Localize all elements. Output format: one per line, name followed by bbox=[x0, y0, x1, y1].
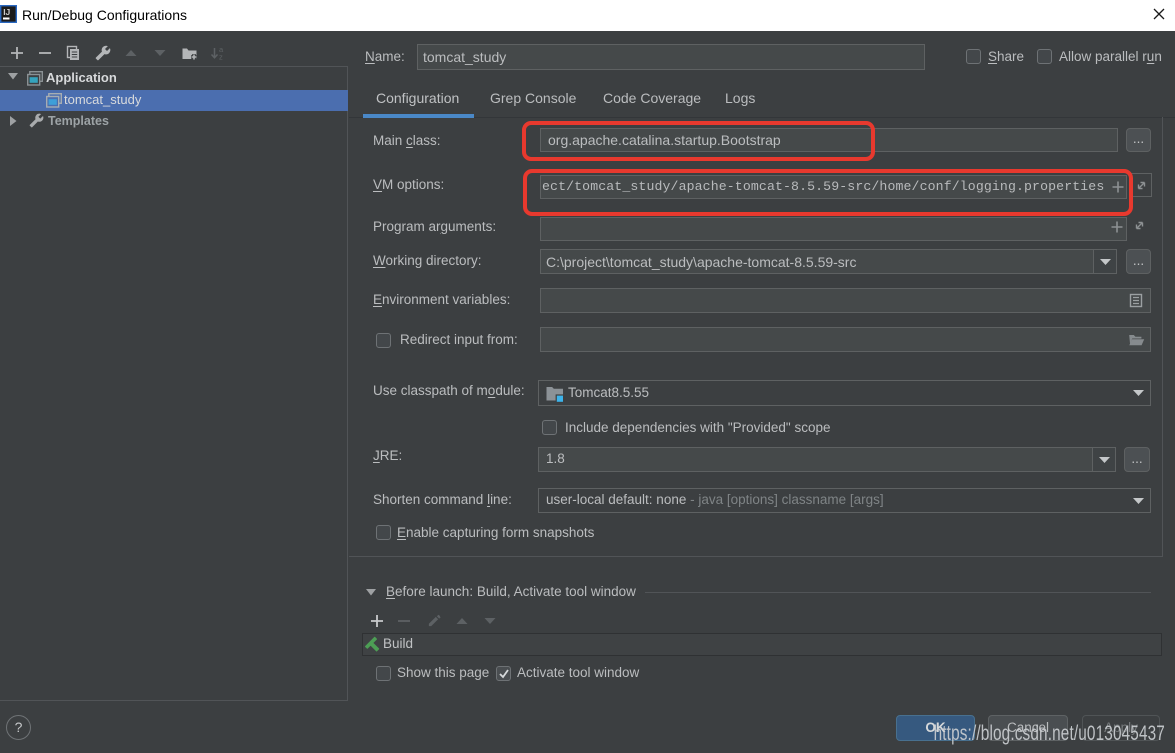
svg-text:z: z bbox=[219, 52, 223, 61]
svg-text:IJ: IJ bbox=[3, 7, 10, 17]
